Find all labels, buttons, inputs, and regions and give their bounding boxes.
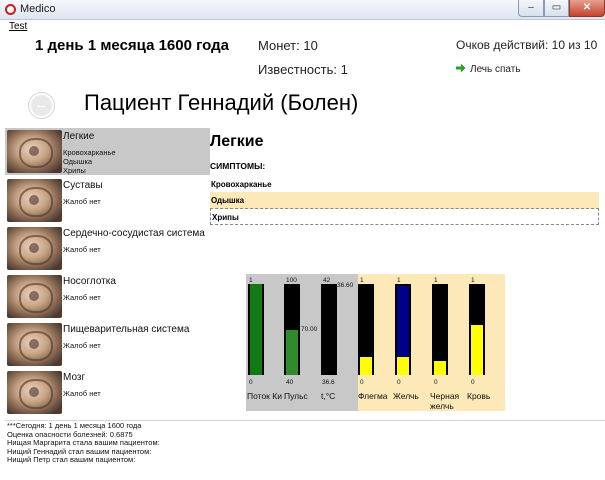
- organ-item-joints[interactable]: Суставы Жалоб нет: [5, 177, 210, 224]
- symptom-row[interactable]: Одышка: [210, 192, 599, 209]
- green-arrow-icon: [456, 63, 466, 73]
- close-button[interactable]: ✕: [569, 0, 605, 17]
- organ-item-nasopharynx[interactable]: Носоглотка Жалоб нет: [5, 273, 210, 320]
- gauge-label: Пульс: [284, 391, 308, 401]
- gauge-max: 1: [471, 277, 475, 284]
- patient-title: Пациент Геннадий (Болен): [84, 90, 359, 115]
- maximize-button[interactable]: ▭: [544, 0, 569, 17]
- menu-bar: Test: [0, 20, 605, 34]
- title-bar: Medico – ▭ ✕: [0, 0, 605, 20]
- gauge-bile: [395, 284, 411, 375]
- symptom-row[interactable]: Хрипы: [210, 208, 599, 225]
- gauge-min: 0: [434, 379, 438, 386]
- organ-thumbnail: [7, 371, 62, 414]
- gauge-min: 0: [249, 379, 253, 386]
- action-points: Очков действий: 10 из 10: [456, 38, 598, 52]
- gauge-value: 36.60: [337, 282, 354, 289]
- symptoms-label: СИМПТОМЫ:: [210, 161, 266, 171]
- organ-thumbnail: [7, 227, 62, 270]
- organ-item-lungs[interactable]: Легкие Кровохарканье Одышка Хрипы: [5, 128, 210, 175]
- organ-name: Легкие: [63, 131, 95, 142]
- minimize-button[interactable]: –: [518, 0, 544, 17]
- gauge-fill: [286, 329, 298, 375]
- game-date: 1 день 1 месяца 1600 года: [35, 37, 229, 54]
- fame-counter: Известность: 1: [258, 62, 348, 77]
- gauge-min: 0: [471, 379, 475, 386]
- gauge-phlegm: [358, 284, 374, 375]
- back-arrow-icon: ←: [34, 96, 49, 113]
- menu-item-test[interactable]: Test: [9, 21, 27, 32]
- event-log[interactable]: ***Сегодня: 1 день 1 месяца 1600 года Оц…: [5, 420, 605, 480]
- gauge-temperature: [321, 284, 337, 375]
- organ-item-brain[interactable]: Мозг Жалоб нет: [5, 369, 210, 416]
- gauge-label: Поток Ки: [247, 391, 282, 401]
- organ-name: Мозг: [63, 372, 86, 383]
- gauge-max: 1: [397, 277, 401, 284]
- gauge-fill: [397, 356, 409, 375]
- app-icon: [5, 4, 16, 15]
- symptom-row[interactable]: Кровохарканье: [210, 176, 599, 193]
- gauge-min: 0: [360, 379, 364, 386]
- gauge-min: 40: [286, 379, 294, 386]
- organ-thumbnail: [7, 130, 62, 173]
- organ-name: Сердечно-сосудистая система: [63, 228, 205, 239]
- sleep-label: Лечь спать: [470, 64, 521, 75]
- gauge-label: t,°C: [321, 391, 336, 401]
- gauge-label: Черная желчь: [430, 391, 460, 411]
- gauge-qi: [248, 284, 264, 375]
- organ-symptom: Кровохарканье: [63, 148, 116, 157]
- organ-name: Носоглотка: [63, 276, 116, 287]
- organ-item-digestive[interactable]: Пищеварительная система Жалоб нет: [5, 321, 210, 368]
- gauge-pulse: [284, 284, 300, 375]
- gauge-max: 100: [286, 277, 297, 284]
- detail-title: Легкие: [210, 133, 264, 150]
- sleep-button[interactable]: Лечь спать: [456, 63, 521, 75]
- organ-thumbnail: [7, 323, 62, 366]
- window-title: Medico: [20, 3, 56, 15]
- gauge-value: 70.00: [301, 326, 318, 333]
- gauge-max: 42: [323, 277, 331, 284]
- organ-thumbnail: [7, 275, 62, 318]
- gauge-label: Желчь: [393, 391, 419, 401]
- organ-thumbnail: [7, 179, 62, 222]
- organ-symptom: Жалоб нет: [63, 197, 101, 206]
- organ-symptom: Хрипы: [63, 166, 86, 175]
- organ-item-cardiovascular[interactable]: Сердечно-сосудистая система Жалоб нет: [5, 225, 210, 272]
- gauge-min: 36.6: [322, 379, 335, 386]
- gauge-fill: [360, 356, 372, 375]
- gauge-min: 0: [397, 379, 401, 386]
- organ-symptom: Жалоб нет: [63, 389, 101, 398]
- gauge-fill: [250, 284, 262, 375]
- gauge-label: Флегма: [358, 391, 388, 401]
- gauge-max: 1: [434, 277, 438, 284]
- coins-counter: Монет: 10: [258, 38, 318, 53]
- organ-symptom: Одышка: [63, 157, 93, 166]
- log-line: Нищий Петр стал вашим пациентом:: [7, 455, 136, 465]
- gauge-label: Кровь: [467, 391, 491, 401]
- organ-name: Пищеварительная система: [63, 324, 190, 335]
- organ-name: Суставы: [63, 180, 103, 191]
- gauge-blood: [469, 284, 485, 375]
- organ-symptom: Жалоб нет: [63, 341, 101, 350]
- gauge-fill: [471, 324, 483, 375]
- back-button[interactable]: ←: [29, 93, 54, 118]
- gauge-max: 1: [249, 277, 253, 284]
- organ-symptom: Жалоб нет: [63, 245, 101, 254]
- gauge-max: 1: [360, 277, 364, 284]
- organ-symptom: Жалоб нет: [63, 293, 101, 302]
- gauge-fill: [434, 361, 446, 375]
- gauge-black-bile: [432, 284, 448, 375]
